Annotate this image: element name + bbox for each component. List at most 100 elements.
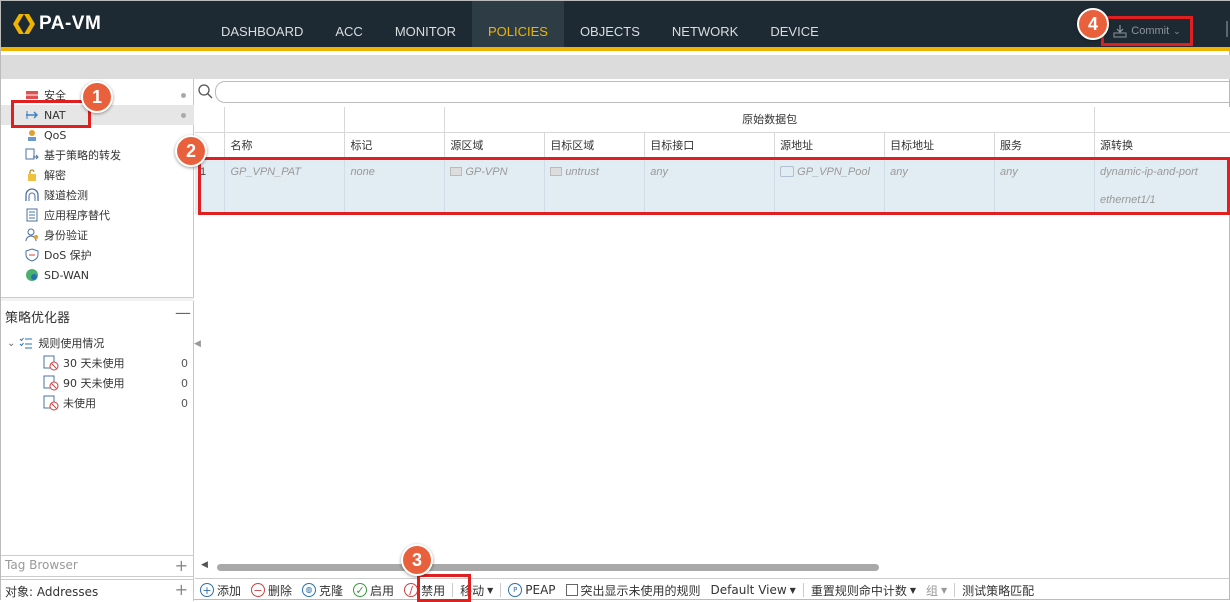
sidebar-item-pbf[interactable]: 基于策略的转发 [1, 145, 194, 165]
nat-rules-table: 原始数据包 名称 标记 源区域 目标区域 目标接口 源地址 目标地址 服务 源转… [195, 107, 1230, 214]
tab-policies[interactable]: POLICIES [471, 1, 564, 47]
peap-button[interactable]: P PEAP [503, 579, 560, 602]
sidebar-item-label: QoS [44, 128, 67, 142]
optimizer-item-label: 90 天未使用 [63, 377, 125, 390]
caret-down-icon: ▼ [909, 585, 916, 595]
sidebar-item-decryption[interactable]: 解密 [1, 165, 194, 185]
cell-service: any [994, 157, 1095, 214]
peap-label: PEAP [525, 583, 556, 597]
column-header-src-address[interactable]: 源地址 [774, 132, 886, 158]
test-policy-match-button[interactable]: 测试策略匹配 [957, 579, 1039, 602]
disable-label: 禁用 [421, 583, 446, 598]
src-zone-value: GP-VPN [465, 165, 508, 178]
caret-down-icon: ▼ [789, 585, 796, 595]
sidebar-item-dos[interactable]: DoS 保护 [1, 245, 194, 265]
expand-icon[interactable]: + [175, 580, 188, 599]
add-button[interactable]: + 添加 [195, 579, 246, 602]
step-badge-2: 2 [175, 135, 207, 167]
cell-src-address: GP_VPN_Pool [774, 157, 886, 214]
delete-label: 删除 [268, 583, 293, 598]
optimizer-item-unused[interactable]: 未使用 0 [1, 393, 194, 413]
highlight-unused-checkbox[interactable] [565, 584, 578, 596]
auth-icon [25, 228, 38, 242]
step-badge-3: 3 [401, 544, 433, 576]
column-header-dst-address[interactable]: 目标地址 [884, 132, 996, 158]
tab-acc[interactable]: ACC [319, 1, 378, 47]
expand-icon[interactable]: + [175, 556, 188, 575]
disable-button[interactable]: ∕ 禁用 [399, 579, 450, 602]
scroll-left-icon[interactable]: ◀ [201, 560, 208, 570]
step-badge-1: 1 [81, 81, 113, 113]
table-header-cell [1094, 107, 1230, 133]
optimizer-list: ⌄ 规则使用情况 30 天未使用 0 90 天未使用 0 未使用 0 [1, 333, 194, 413]
sidebar-item-tunnel[interactable]: 隧道检测 [1, 185, 194, 205]
horizontal-scrollbar[interactable]: ◀ [195, 560, 1230, 572]
chevron-down-icon[interactable]: ⌄ [7, 338, 15, 349]
panel-splitter[interactable] [1, 297, 194, 301]
search-row [195, 81, 1230, 103]
clone-icon: ◍ [302, 583, 317, 597]
highlight-unused-toggle[interactable]: 突出显示未使用的规则 [561, 579, 706, 602]
tab-network[interactable]: NETWORK [656, 1, 754, 47]
enable-button[interactable]: ✓ 启用 [348, 579, 399, 602]
scrollbar-thumb[interactable] [217, 564, 879, 571]
top-nav-bar: PA-VM DASHBOARD ACC MONITOR POLICIES OBJ… [1, 1, 1230, 51]
logo-icon [13, 14, 35, 34]
commit-button[interactable]: Commit ⌄ [1101, 16, 1193, 46]
table-row[interactable]: 1 GP_VPN_PAT none GP-VPN untrust any GP_… [195, 157, 1230, 214]
collapse-icon[interactable]: — [175, 303, 191, 322]
tab-dashboard[interactable]: DASHBOARD [205, 1, 319, 47]
cell-dst-zone: untrust [544, 157, 646, 214]
step-badge-4: 4 [1077, 8, 1109, 40]
delete-button[interactable]: − 删除 [246, 579, 297, 602]
column-header-src-translation[interactable]: 源转换 [1094, 132, 1230, 158]
clone-button[interactable]: ◍ 克隆 [297, 579, 348, 602]
optimizer-item-90-days[interactable]: 90 天未使用 0 [1, 373, 194, 393]
commit-icon [1113, 25, 1127, 38]
tab-monitor[interactable]: MONITOR [379, 1, 472, 47]
table-header-cell [344, 107, 446, 133]
cell-name[interactable]: GP_VPN_PAT [224, 157, 346, 214]
column-header-name[interactable]: 名称 [224, 132, 346, 158]
group-dropdown[interactable]: 组 ▼ [921, 579, 952, 602]
sidebar-item-app-override[interactable]: 应用程序替代 [1, 205, 194, 225]
sidebar-item-qos[interactable]: QoS [1, 125, 194, 145]
column-header-service[interactable]: 服务 [994, 132, 1095, 158]
view-dropdown[interactable]: Default View ▼ [706, 579, 801, 602]
tab-objects[interactable]: OBJECTS [564, 1, 656, 47]
highlight-unused-label: 突出显示未使用的规则 [580, 583, 701, 598]
column-header-dst-zone[interactable]: 目标区域 [544, 132, 646, 158]
app-override-icon [26, 208, 38, 222]
cell-src-zone: GP-VPN [444, 157, 546, 214]
sidebar-item-sdwan[interactable]: SD-WAN [1, 265, 194, 285]
table-header-cell [195, 107, 226, 133]
reset-hit-count-dropdown[interactable]: 重置规则命中计数 ▼ [806, 579, 921, 602]
optimizer-group-rule-usage[interactable]: ⌄ 规则使用情况 [1, 333, 194, 353]
sidebar-item-authentication[interactable]: 身份验证 [1, 225, 194, 245]
sidebar-item-label: 隧道检测 [44, 189, 88, 202]
optimizer-item-30-days[interactable]: 30 天未使用 0 [1, 353, 194, 373]
unused-rule-icon [43, 375, 59, 391]
column-header-tag[interactable]: 标记 [344, 132, 446, 158]
zone-icon [550, 167, 563, 177]
group-header-original-packet: 原始数据包 [444, 107, 1095, 133]
column-header-dst-interface[interactable]: 目标接口 [644, 132, 776, 158]
minus-icon: − [251, 583, 266, 597]
row-number: 1 [195, 157, 226, 214]
search-input[interactable] [215, 81, 1230, 103]
column-header-src-zone[interactable]: 源区域 [444, 132, 546, 158]
objects-header[interactable]: 对象: Addresses + [1, 579, 194, 601]
cell-src-translation: dynamic-ip-and-port ethernet1/1 [1094, 157, 1230, 214]
qos-icon [28, 130, 36, 141]
tag-browser-header[interactable]: Tag Browser + [1, 555, 194, 577]
tab-device[interactable]: DEVICE [754, 1, 834, 47]
enable-label: 启用 [370, 583, 395, 598]
sub-toolbar [1, 55, 1230, 79]
toolbar-separator [452, 583, 454, 597]
move-dropdown[interactable]: 移动 ▼ [455, 579, 498, 602]
test-label: 测试策略匹配 [962, 583, 1035, 598]
cell-tag: none [344, 157, 446, 214]
objects-label: 对象: Addresses [5, 585, 99, 599]
checklist-icon [20, 337, 33, 349]
optimizer-group-label: 规则使用情况 [38, 337, 105, 350]
